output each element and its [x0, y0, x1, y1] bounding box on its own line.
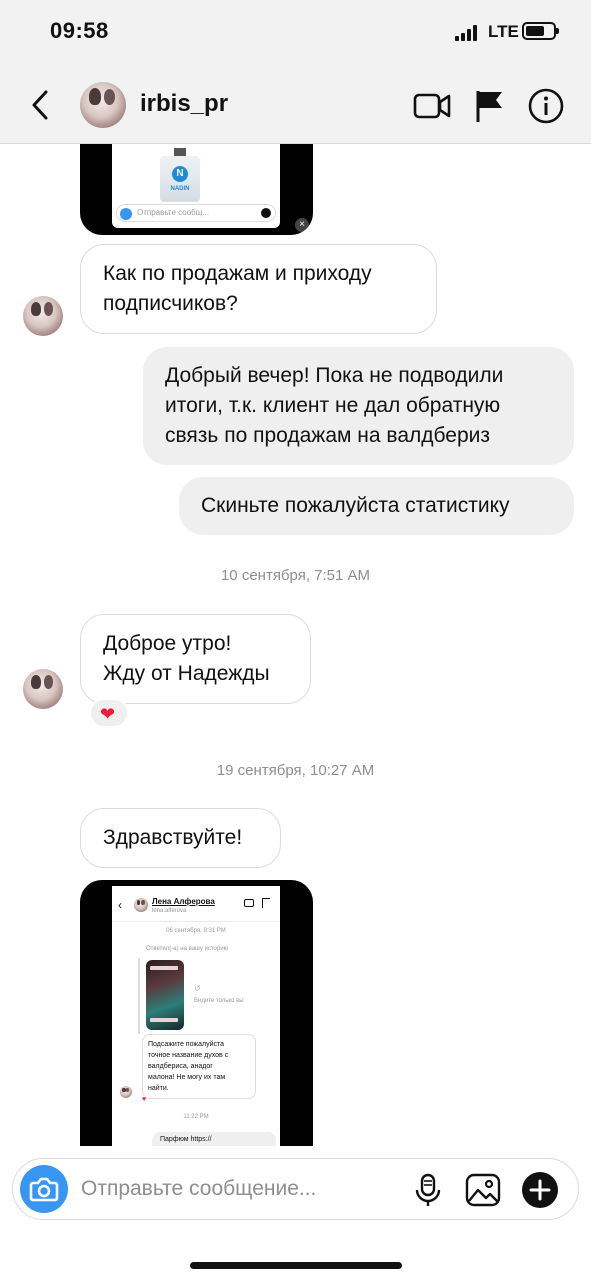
- story-thumbnail: [146, 960, 184, 1030]
- message-outgoing[interactable]: Добрый вечер! Пока не подводили итоги, т…: [143, 347, 574, 465]
- report-flag-button[interactable]: [470, 86, 510, 126]
- avatar[interactable]: [23, 296, 63, 336]
- mini-reply: Парфюм https://: [152, 1132, 276, 1146]
- heart-icon: ❤: [100, 704, 116, 724]
- status-bar: 09:58 LTE: [0, 0, 591, 66]
- close-icon: ×: [295, 218, 309, 232]
- mini-camera-icon: [120, 208, 132, 220]
- message-incoming[interactable]: Доброе утро! Жду от Надежды: [80, 614, 311, 704]
- info-icon: [528, 88, 564, 124]
- message-incoming[interactable]: Как по продажам и приходу подписчиков?: [80, 244, 437, 334]
- signal-icon: [455, 25, 481, 41]
- mini-avatar: [134, 898, 148, 912]
- message-incoming[interactable]: Здравствуйте!: [80, 808, 281, 868]
- avatar[interactable]: [23, 669, 63, 709]
- message-composer: [12, 1158, 579, 1220]
- status-time: 09:58: [50, 18, 109, 43]
- network-label: LTE: [488, 22, 519, 41]
- plus-circle-icon: [522, 1172, 558, 1208]
- video-call-button[interactable]: [412, 86, 452, 126]
- back-button[interactable]: [26, 88, 56, 122]
- video-camera-icon: [413, 93, 451, 119]
- info-button[interactable]: [526, 86, 566, 126]
- chat-username[interactable]: irbis_pr: [140, 90, 228, 118]
- mini-placeholder: Отправьте сообщ...: [137, 208, 209, 217]
- camera-icon: [29, 1177, 59, 1202]
- mini-date: 06 сентября, 9:31 PM: [166, 928, 226, 934]
- battery-icon: [522, 22, 559, 40]
- shared-screenshot[interactable]: N NADIN Отправьте сообщ... ×: [80, 144, 313, 235]
- chat-header: irbis_pr: [0, 66, 591, 144]
- mini-contact-handle: lena.alferova: [152, 908, 187, 914]
- more-actions-button[interactable]: [521, 1171, 559, 1209]
- timestamp: 10 сентября, 7:51 AM: [220, 567, 371, 584]
- message-input[interactable]: [81, 1173, 401, 1205]
- reaction-badge[interactable]: ❤: [89, 698, 129, 728]
- mini-heart-icon: ♥: [142, 1096, 147, 1103]
- shared-screenshot[interactable]: ‹ Лена Алферова lena.alferova 06 сентябр…: [80, 880, 313, 1146]
- mini-video-icon: [244, 899, 254, 907]
- message-outgoing[interactable]: Скиньте пожалуйста статистику: [179, 477, 574, 535]
- brand-logo: N: [172, 166, 188, 182]
- mini-avatar: [120, 1086, 132, 1098]
- timestamp: 19 сентября, 10:27 AM: [216, 762, 375, 779]
- mini-flag-icon: [262, 898, 270, 908]
- mini-contact-name: Лена Алферова: [152, 897, 215, 906]
- mini-message: Подсажите пожалуйста точное название дух…: [142, 1034, 256, 1099]
- mini-back-icon: ‹: [118, 898, 122, 912]
- image-icon: [465, 1173, 501, 1207]
- mini-history-icon: ↺: [194, 984, 201, 993]
- chevron-left-icon: [32, 90, 48, 120]
- avatar[interactable]: [80, 82, 126, 128]
- microphone-icon: [415, 1173, 441, 1206]
- mini-plus-icon: [261, 208, 271, 218]
- perfume-bottle-image: N NADIN: [152, 148, 208, 202]
- voice-message-button[interactable]: [409, 1171, 447, 1209]
- camera-button[interactable]: [20, 1165, 68, 1213]
- brand-name: NADIN: [170, 186, 190, 192]
- mini-seen-note: Видите только вы: [194, 998, 244, 1004]
- flag-icon: [476, 91, 502, 122]
- mini-time: 11:22 PM: [183, 1114, 209, 1120]
- gallery-button[interactable]: [464, 1171, 502, 1209]
- home-indicator[interactable]: [190, 1262, 402, 1269]
- mini-reply-note: Ответил(-а) на вашу историю: [146, 946, 229, 952]
